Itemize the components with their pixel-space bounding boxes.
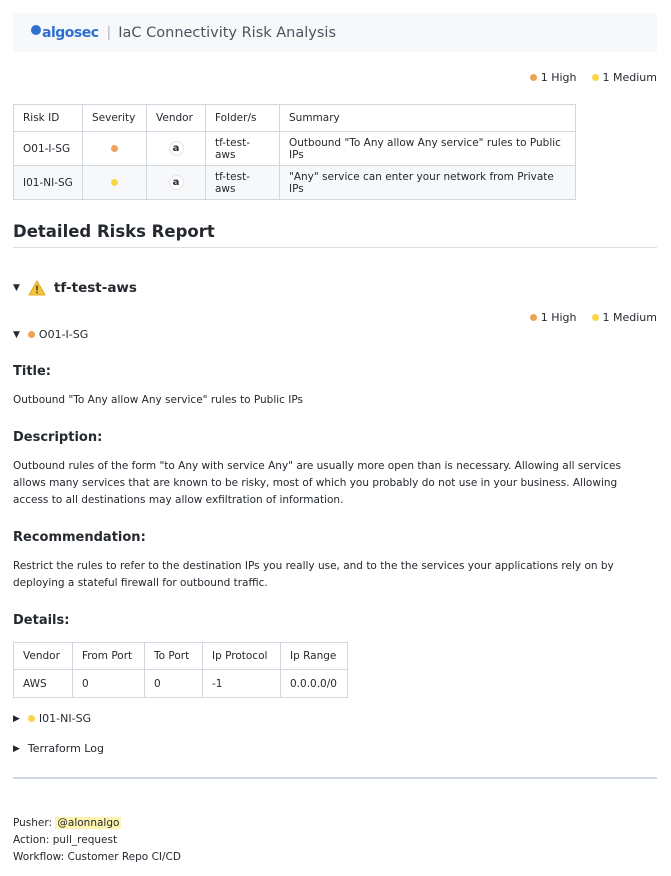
column-header: Risk ID <box>13 104 83 132</box>
column-header: Ip Range <box>280 642 348 670</box>
from-port-cell: 0 <box>72 669 145 698</box>
risk-id: O01-I-SG <box>38 328 89 341</box>
to-port-cell: 0 <box>144 669 203 698</box>
column-header: Folder/s <box>205 104 280 132</box>
table-header-row: Risk ID Severity Vendor Folder/s Summary <box>13 104 576 132</box>
folder-title: tf-test-aws <box>53 280 137 296</box>
report-header: algosec | IaC Connectivity Risk Analysis <box>13 13 657 52</box>
description-label: Description: <box>13 430 103 445</box>
medium-count: 1 Medium <box>591 71 657 84</box>
recommendation-label: Recommendation: <box>13 530 146 545</box>
medium-severity-dot-icon <box>111 178 118 186</box>
page-title: IaC Connectivity Risk Analysis <box>118 24 337 41</box>
vendor-cell: a <box>146 131 206 166</box>
column-header: To Port <box>144 642 203 670</box>
risk-description: Outbound rules of the form "to Any with … <box>13 460 621 506</box>
amazon-icon: a <box>168 175 184 190</box>
algosec-logo: algosec <box>31 25 99 41</box>
high-count: 1 High <box>529 311 577 324</box>
medium-severity-dot-icon <box>27 715 35 722</box>
ip-range-cell: 0.0.0.0/0 <box>280 669 348 698</box>
amazon-icon: a <box>168 141 184 156</box>
title-label: Title: <box>13 364 52 379</box>
risk-summary-table: Risk ID Severity Vendor Folder/s Summary… <box>13 104 576 200</box>
table-row: AWS 0 0 -1 0.0.0.0/0 <box>13 669 348 698</box>
summary-cell: Outbound "To Any allow Any service" rule… <box>279 131 576 166</box>
caret-right-icon: ▶ <box>13 713 20 724</box>
vendor-cell: AWS <box>13 669 73 698</box>
column-header: From Port <box>72 642 145 670</box>
high-severity-dot-icon <box>529 314 537 321</box>
vendor-cell: a <box>146 165 206 200</box>
caret-down-icon: ▼ <box>13 329 20 340</box>
workflow-line: Workflow: Customer Repo CI/CD <box>13 851 181 863</box>
table-row: O01-I-SG a tf-test-aws Outbound "To Any … <box>13 131 576 166</box>
risk-id-cell: O01-I-SG <box>13 131 83 166</box>
column-header: Summary <box>279 104 576 132</box>
high-count: 1 High <box>529 71 577 84</box>
risk-toggle-i01[interactable]: ▶ I01-NI-SG <box>13 712 91 725</box>
high-severity-dot-icon <box>529 74 537 81</box>
pusher-mention[interactable]: @alonnalgo <box>55 817 122 829</box>
details-label: Details: <box>13 613 70 628</box>
high-severity-dot-icon <box>111 144 118 152</box>
medium-count: 1 Medium <box>591 311 657 324</box>
folder-cell: tf-test-aws <box>205 131 280 166</box>
folder-severity-counts: 1 High 1 Medium <box>529 311 657 324</box>
folder-cell: tf-test-aws <box>205 165 280 200</box>
caret-down-icon: ▼ <box>13 283 20 293</box>
folder-toggle[interactable]: ▼ tf-test-aws <box>13 280 137 296</box>
divider <box>13 777 657 779</box>
column-header: Ip Protocol <box>202 642 281 670</box>
severity-cell <box>82 131 147 166</box>
risk-id: I01-NI-SG <box>38 712 92 725</box>
header-divider: | <box>106 24 112 41</box>
action-line: Action: pull_request <box>13 834 118 846</box>
logo-mark-icon <box>31 25 41 35</box>
caret-right-icon: ▶ <box>13 743 20 754</box>
medium-severity-dot-icon <box>591 314 599 321</box>
high-severity-dot-icon <box>27 331 35 338</box>
terraform-log-label: Terraform Log <box>27 742 104 755</box>
ip-protocol-cell: -1 <box>202 669 281 698</box>
risk-title: Outbound "To Any allow Any service" rule… <box>13 394 303 406</box>
divider <box>13 247 657 248</box>
severity-counts: 1 High 1 Medium <box>529 71 657 84</box>
column-header: Vendor <box>13 642 73 670</box>
risk-toggle-o01[interactable]: ▼ O01-I-SG <box>13 328 88 341</box>
column-header: Vendor <box>146 104 206 132</box>
summary-cell: "Any" service can enter your network fro… <box>279 165 576 200</box>
severity-cell <box>82 165 147 200</box>
terraform-log-toggle[interactable]: ▶ Terraform Log <box>13 742 104 755</box>
table-header-row: Vendor From Port To Port Ip Protocol Ip … <box>13 642 348 670</box>
details-table: Vendor From Port To Port Ip Protocol Ip … <box>13 642 348 698</box>
risk-recommendation: Restrict the rules to refer to the desti… <box>13 560 614 589</box>
footer-metadata: Pusher: @alonnalgo Action: pull_request … <box>13 815 181 866</box>
logo-text: algosec <box>42 24 99 41</box>
risk-id-cell: I01-NI-SG <box>13 165 83 200</box>
detailed-report-heading: Detailed Risks Report <box>13 222 215 241</box>
pusher-line: Pusher: @alonnalgo <box>13 817 122 829</box>
column-header: Severity <box>82 104 147 132</box>
medium-severity-dot-icon <box>591 74 599 81</box>
table-row: I01-NI-SG a tf-test-aws "Any" service ca… <box>13 165 576 200</box>
warning-icon <box>28 280 46 296</box>
